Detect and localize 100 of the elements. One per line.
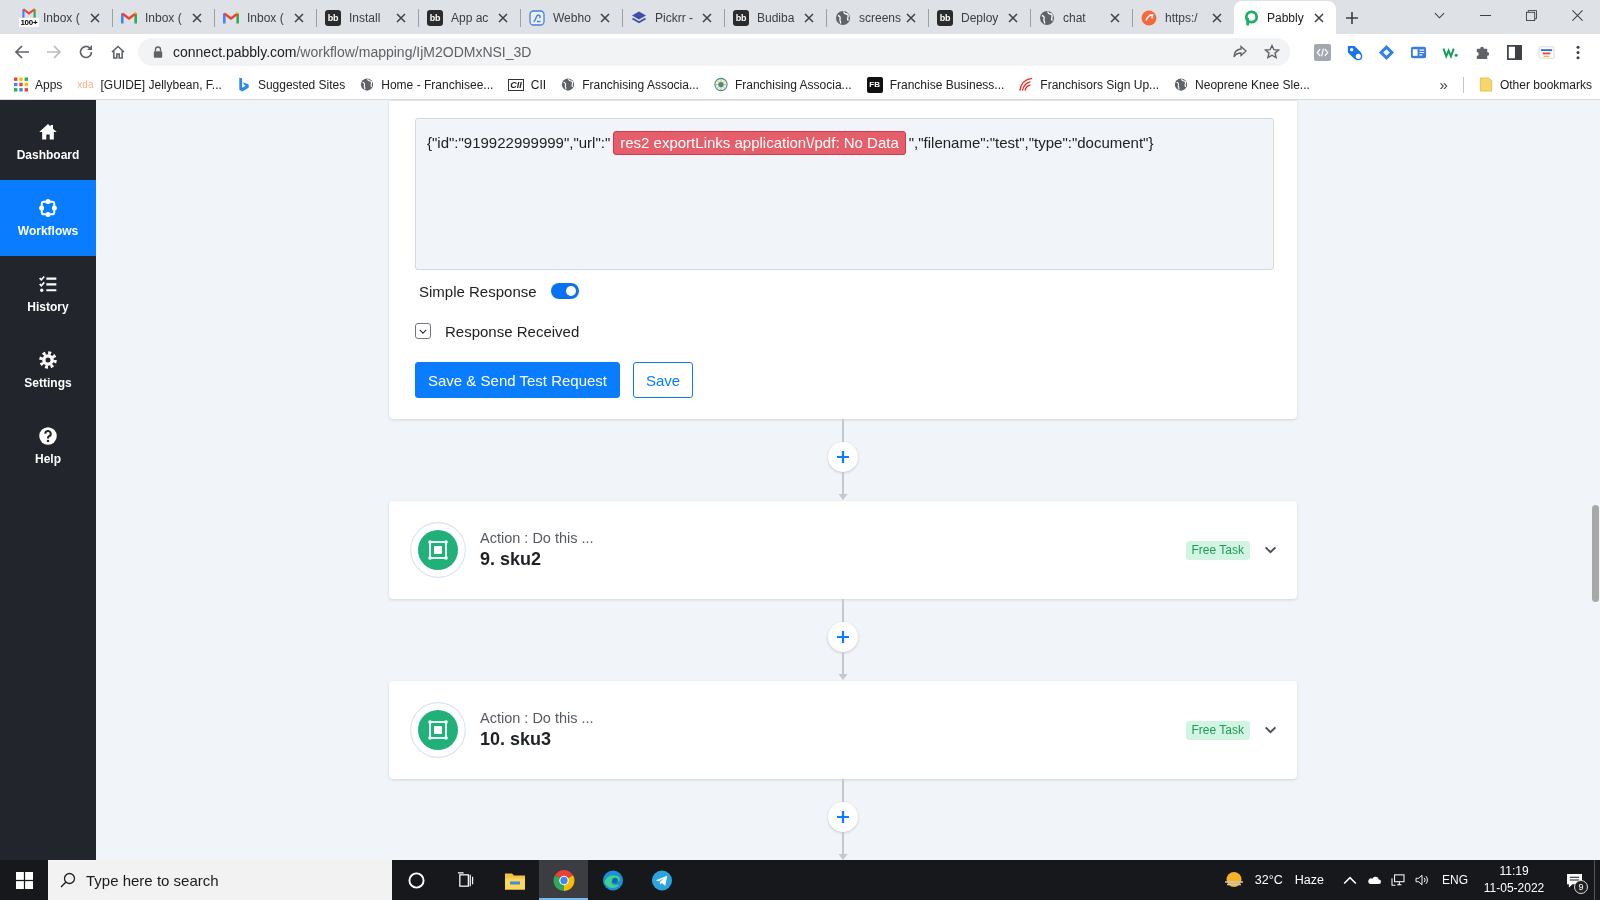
- apps-grid-icon: [14, 77, 28, 92]
- section-label: Response Received: [445, 322, 580, 340]
- browser-tab[interactable]: Inbox (: [112, 1, 214, 34]
- connector-arrow: [837, 832, 849, 860]
- save-button[interactable]: Save: [633, 362, 694, 398]
- nav-item[interactable]: History: [0, 256, 96, 332]
- connector-arrow: [837, 652, 849, 681]
- nav-item[interactable]: Workflows: [0, 180, 96, 256]
- browser-tab[interactable]: Webho: [520, 1, 622, 34]
- connector-arrow: [837, 472, 849, 501]
- diamond-icon[interactable]: [1377, 43, 1395, 61]
- browser-tab[interactable]: bb Install: [316, 1, 418, 34]
- globe-icon: [1039, 9, 1055, 26]
- payload-text: ","filename":"test","type":"document"}: [908, 133, 1154, 153]
- cloud-icon[interactable]: [1367, 874, 1381, 886]
- letter-logo: xda: [77, 78, 94, 91]
- ribbon-icon: [236, 77, 251, 92]
- browser-tab[interactable]: chat: [1030, 1, 1132, 34]
- plus-icon: [837, 811, 849, 823]
- striped-card-icon[interactable]: [1537, 43, 1555, 61]
- scrollbar-thumb[interactable]: [1592, 505, 1599, 602]
- letter-logo: bb: [937, 9, 953, 26]
- toggle-switch[interactable]: [550, 283, 579, 299]
- step-card[interactable]: Action : Do this ... 10. sku3 Free Task: [389, 681, 1297, 779]
- chevron-down-icon[interactable]: [1264, 726, 1277, 734]
- plus-icon: [837, 451, 849, 463]
- house-icon: [38, 122, 58, 142]
- browser-tab[interactable]: 100+ Inbox (: [10, 1, 112, 34]
- chevron-down-icon[interactable]: [1264, 546, 1277, 554]
- step-card[interactable]: Action : Do this ... 9. sku2 Free Task: [389, 501, 1297, 599]
- tag-icon[interactable]: [1345, 43, 1363, 61]
- bookmark[interactable]: Apps: [14, 77, 63, 92]
- search-field[interactable]: Type here to search: [86, 868, 346, 892]
- payload-field[interactable]: {"id":"919922999999","url":" res2 exportLinks application\/pdf: No Data ","filename":"test","type":"document"}: [415, 118, 1274, 270]
- browser-tab[interactable]: Pabbly: [1234, 1, 1336, 34]
- speaker-icon[interactable]: [1415, 874, 1429, 886]
- bookmark[interactable]: Franchising Associa...: [713, 77, 852, 92]
- add-step-button[interactable]: [828, 622, 858, 652]
- mail-icon: [223, 9, 239, 26]
- search-bar[interactable]: Type here to search: [48, 860, 392, 900]
- swirl-icon: [601, 869, 624, 891]
- plus-icon[interactable]: [1344, 10, 1360, 26]
- reload-icon[interactable]: [78, 44, 94, 60]
- nav-item[interactable]: Dashboard: [0, 104, 96, 180]
- wheel-icon: [552, 869, 575, 891]
- nav-item[interactable]: Settings: [0, 332, 96, 408]
- browser-tab[interactable]: Inbox (: [214, 1, 316, 34]
- bookmark[interactable]: Franchising Associa...: [561, 77, 699, 92]
- bookmark[interactable]: Suggested Sites: [236, 77, 346, 92]
- monitor-icon[interactable]: [1391, 874, 1405, 886]
- browser-tab[interactable]: bb Budiba: [724, 1, 826, 34]
- notification-count: 9: [1574, 880, 1588, 894]
- home-icon[interactable]: [110, 44, 126, 60]
- windows-logo-icon[interactable]: [15, 871, 33, 889]
- bookmark[interactable]: Franchisors Sign Up...: [1019, 77, 1160, 92]
- lock-icon: [153, 46, 163, 58]
- restore-icon[interactable]: [1525, 9, 1537, 21]
- language-text[interactable]: ENG: [1442, 873, 1468, 887]
- step-title: 10. sku3: [480, 729, 553, 750]
- task-badge: Free Task: [1185, 540, 1250, 560]
- payload-text: {"id":"919922999999","url":": [427, 133, 611, 153]
- browser-tab[interactable]: bb App ac: [418, 1, 520, 34]
- letter-logo: bb: [733, 9, 749, 26]
- step-subtitle: Action : Do this ...: [480, 530, 595, 546]
- letter-logo: bb: [325, 9, 341, 26]
- bookmark[interactable]: xda [GUIDE] Jellybean, F...: [77, 77, 222, 92]
- bookmark[interactable]: Neoprene Knee Sle...: [1174, 77, 1310, 92]
- menu-icon[interactable]: [1576, 44, 1580, 60]
- bookmark-folder[interactable]: Other bookmarks: [1478, 77, 1592, 92]
- taskbar-button[interactable]: [539, 860, 588, 900]
- address-bar[interactable]: connect.pabbly.com/workflow/mapping/IjM2ODMxNSI_3D: [138, 38, 1290, 66]
- app-icon: [410, 522, 466, 578]
- mail-icon: [22, 8, 36, 18]
- send-test-request-button[interactable]: Save & Send Test Request: [415, 362, 620, 398]
- weather-icon[interactable]: [1222, 871, 1245, 889]
- weather-text: Haze: [1294, 873, 1324, 887]
- bookmark[interactable]: Home - Franchisee...: [360, 77, 494, 92]
- gear-icon: [38, 350, 58, 370]
- bookmark[interactable]: CII CII: [508, 77, 547, 92]
- temperature-text: 32°C: [1254, 873, 1283, 887]
- share-icon[interactable]: [1232, 44, 1248, 60]
- browser-tab[interactable]: screens: [826, 1, 928, 34]
- more-bookmarks-button[interactable]: »: [1435, 76, 1452, 93]
- chevron-up-icon[interactable]: [1343, 874, 1357, 886]
- browser-tab[interactable]: Pickrr -: [622, 1, 724, 34]
- side-panel-icon[interactable]: [1505, 43, 1523, 61]
- globe-icon: [561, 77, 576, 92]
- star-icon[interactable]: [1264, 44, 1280, 60]
- add-step-button[interactable]: [828, 802, 858, 832]
- browser-tab[interactable]: https:/: [1132, 1, 1234, 34]
- browser-tab[interactable]: bb Deploy: [928, 1, 1030, 34]
- arrow-left-icon[interactable]: [14, 44, 30, 60]
- letter-logo: bb: [427, 9, 443, 26]
- bookmark[interactable]: FB Franchise Business...: [866, 76, 1005, 93]
- add-step-button[interactable]: [828, 442, 858, 472]
- time-text: 11:19: [1499, 865, 1529, 878]
- unread-count: 100+: [19, 18, 39, 27]
- nav-item[interactable]: Help: [0, 408, 96, 484]
- collapse-button[interactable]: [415, 323, 431, 339]
- close-icon[interactable]: [1571, 9, 1583, 21]
